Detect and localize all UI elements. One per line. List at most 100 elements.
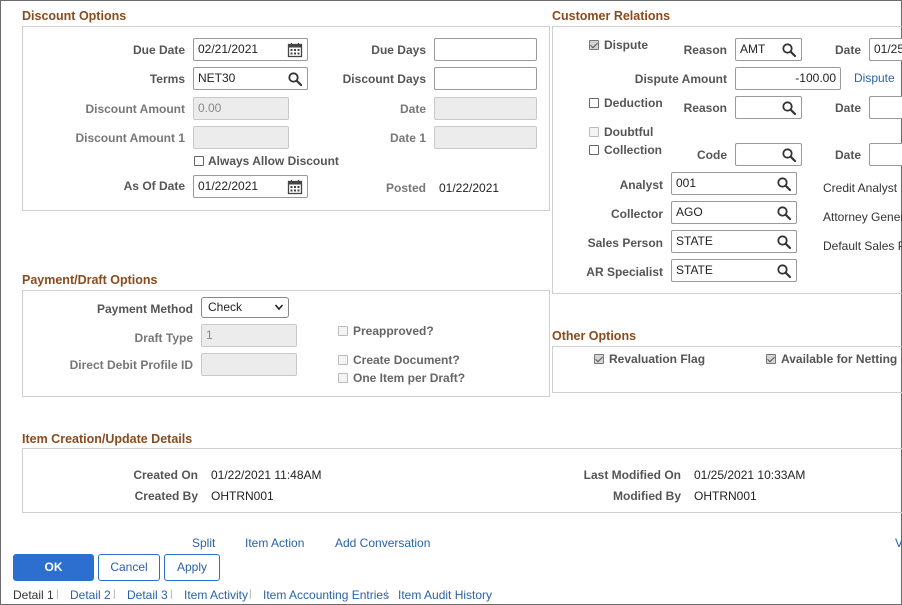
dispute-date-label: Date [834,43,861,57]
sales-person-value: STATE [676,234,713,248]
search-icon[interactable] [776,263,792,279]
analyst-value: 001 [676,176,697,190]
date1-field [434,126,537,149]
due-date-label: Due Date [132,43,185,57]
collection-code-label: Code [697,148,727,162]
search-icon[interactable] [781,42,797,58]
sales-person-label: Sales Person [587,236,663,250]
payment-draft-options-title: Payment/Draft Options [22,273,158,287]
search-icon[interactable] [776,234,792,250]
always-allow-discount-label: Always Allow Discount [208,154,339,168]
customer-relations-title: Customer Relations [552,9,671,23]
revaluation-flag-checkbox[interactable] [594,354,604,364]
collection-date-label: Date [834,148,861,162]
calendar-icon[interactable] [287,179,303,195]
tab-separator: | [113,589,116,600]
terms-field[interactable]: NET30 [193,67,308,90]
available-for-netting-label: Available for Netting [781,352,898,366]
dispute-amount-field[interactable]: -100.00 [735,67,841,90]
payment-method-select[interactable]: Check [201,297,289,318]
dispute-label: Dispute [604,38,649,52]
one-item-per-draft-checkbox[interactable] [338,373,348,383]
doubtful-checkbox[interactable] [589,127,599,137]
due-days-label: Due Days [371,43,426,57]
truncated-link[interactable]: V [895,536,902,550]
sales-person-field[interactable]: STATE [671,230,797,253]
search-icon[interactable] [776,176,792,192]
deduction-label: Deduction [604,96,663,110]
cancel-button[interactable]: Cancel [98,554,160,581]
due-days-field[interactable] [434,38,537,61]
discount-days-field[interactable] [434,67,537,90]
collection-checkbox[interactable] [589,145,599,155]
dispute-reason-field[interactable]: AMT [735,38,802,61]
dispute-reason-label: Reason [683,43,727,57]
ar-specialist-label: AR Specialist [586,265,663,279]
analyst-field[interactable]: 001 [671,172,797,195]
search-icon[interactable] [781,147,797,163]
collector-value: AGO [676,205,703,219]
as-of-date-label: As Of Date [123,179,185,193]
dispute-checkbox[interactable] [589,40,599,50]
tab-separator: | [170,589,173,600]
available-for-netting-checkbox[interactable] [766,354,776,364]
payment-method-value: Check [208,300,243,314]
collection-code-field[interactable] [735,143,802,166]
due-date-field[interactable]: 02/21/2021 [193,38,308,61]
created-by-value: OHTRN001 [211,489,274,503]
dispute-date-field[interactable]: 01/25/ [869,38,902,61]
credit-analyst-label: Credit Analyst [823,181,898,195]
posted-value: 01/22/2021 [439,181,500,195]
draft-type-label: Draft Type [134,331,193,345]
deduction-reason-field[interactable] [735,96,802,119]
create-document-label: Create Document? [353,353,460,367]
ok-button[interactable]: OK [13,554,94,581]
item-action-link[interactable]: Item Action [245,536,304,550]
collection-date-field[interactable] [869,143,902,166]
created-on-label: Created On [133,468,198,482]
date-field [434,97,537,120]
deduction-checkbox[interactable] [589,98,599,108]
always-allow-discount-checkbox[interactable] [194,156,204,166]
as-of-date-field[interactable]: 01/22/2021 [193,175,308,198]
dispute-link[interactable]: Dispute [854,71,895,85]
tab-detail-1[interactable]: Detail 1 [13,588,54,602]
tab-detail-3[interactable]: Detail 3 [127,588,168,602]
calendar-icon[interactable] [287,42,303,58]
tab-item-accounting-entries[interactable]: Item Accounting Entries [263,588,389,602]
default-sales-person-label: Default Sales Pe [823,239,902,253]
payment-method-label: Payment Method [96,302,193,316]
deduction-date-field[interactable] [869,96,902,119]
date-label: Date [399,102,426,116]
direct-debit-profile-field [201,353,297,376]
search-icon[interactable] [287,71,303,87]
posted-label: Posted [385,181,426,195]
as-of-date-value: 01/22/2021 [198,179,259,193]
modified-by-value: OHTRN001 [694,489,757,503]
last-modified-on-value: 01/25/2021 10:33AM [694,468,806,482]
terms-label: Terms [149,72,185,86]
tab-item-activity[interactable]: Item Activity [184,588,248,602]
dispute-amount-label: Dispute Amount [634,72,727,86]
preapproved-checkbox[interactable] [338,326,348,336]
one-item-per-draft-label: One Item per Draft? [353,371,466,385]
tab-item-audit-history[interactable]: Item Audit History [398,588,492,602]
split-link[interactable]: Split [192,536,215,550]
add-conversation-link[interactable]: Add Conversation [335,536,430,550]
discount-amount1-label: Discount Amount 1 [75,131,185,145]
discount-amount1-field [193,126,289,149]
analyst-label: Analyst [619,178,663,192]
discount-amount-label: Discount Amount [85,102,185,116]
search-icon[interactable] [776,205,792,221]
collector-field[interactable]: AGO [671,201,797,224]
ar-specialist-field[interactable]: STATE [671,259,797,282]
deduction-date-label: Date [834,101,861,115]
create-document-checkbox[interactable] [338,355,348,365]
due-date-value: 02/21/2021 [198,42,259,56]
created-on-value: 01/22/2021 11:48AM [211,468,322,482]
search-icon[interactable] [781,100,797,116]
tab-detail-2[interactable]: Detail 2 [70,588,111,602]
apply-button[interactable]: Apply [164,554,220,581]
discount-days-label: Discount Days [342,72,426,86]
revaluation-flag-label: Revaluation Flag [609,352,706,366]
